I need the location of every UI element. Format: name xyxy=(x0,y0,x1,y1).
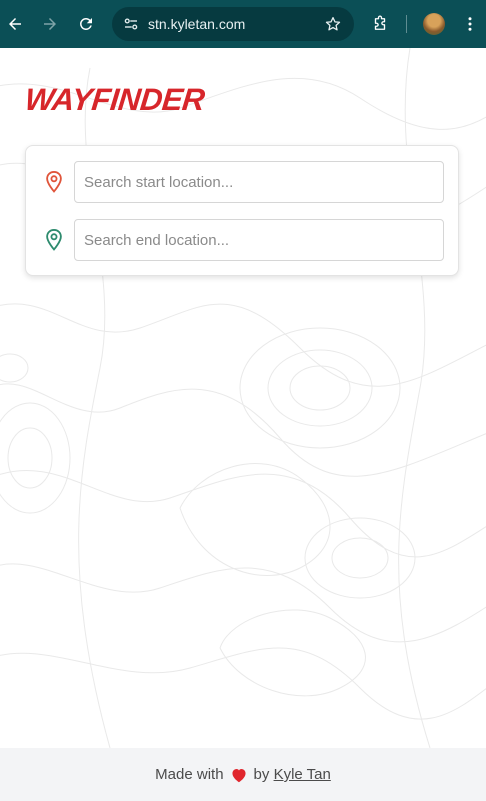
start-location-row xyxy=(26,161,460,203)
forward-icon[interactable] xyxy=(39,13,61,35)
site-settings-icon[interactable] xyxy=(122,15,140,33)
page-content: WAYFINDER xyxy=(0,48,486,748)
reload-icon[interactable] xyxy=(75,13,97,35)
bookmark-star-icon[interactable] xyxy=(324,15,342,33)
page-footer: Made with by Kyle Tan xyxy=(0,748,486,801)
profile-avatar[interactable] xyxy=(423,13,445,35)
heart-icon xyxy=(232,768,246,782)
end-location-input[interactable] xyxy=(74,219,444,261)
start-location-input[interactable] xyxy=(74,161,444,203)
more-menu-icon[interactable] xyxy=(459,13,481,35)
pin-start-icon xyxy=(46,170,62,193)
author-link[interactable]: Kyle Tan xyxy=(274,766,331,783)
extensions-icon[interactable] xyxy=(369,13,391,35)
address-bar[interactable]: stn.kyletan.com xyxy=(112,7,354,41)
footer-prefix: Made with xyxy=(155,766,224,783)
pin-end-icon xyxy=(46,228,62,251)
back-icon[interactable] xyxy=(4,13,26,35)
url-text[interactable]: stn.kyletan.com xyxy=(148,16,245,32)
toolbar-divider xyxy=(406,15,407,33)
footer-between: by xyxy=(253,766,270,783)
app-logo[interactable]: WAYFINDER xyxy=(23,82,206,118)
browser-toolbar: stn.kyletan.com xyxy=(0,0,486,48)
route-search-card xyxy=(25,145,459,276)
end-location-row xyxy=(26,219,460,261)
